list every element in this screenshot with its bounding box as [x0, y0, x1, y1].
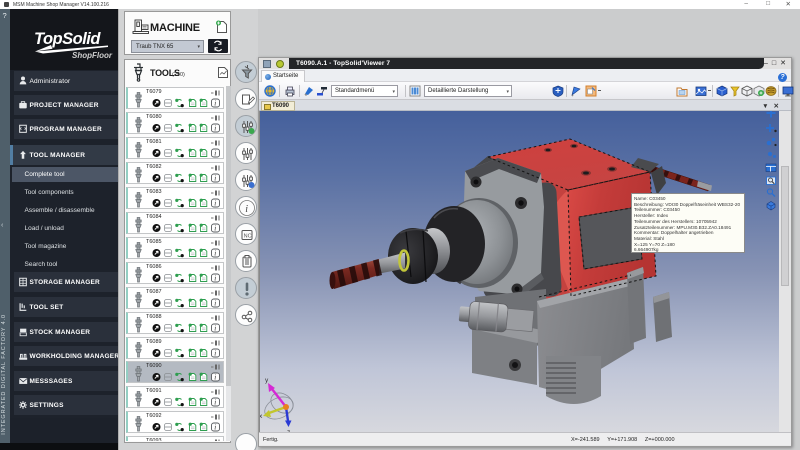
- svg-text:x: x: [260, 413, 263, 420]
- svg-text:i: i: [214, 399, 216, 407]
- svg-text:i: i: [214, 174, 216, 182]
- svg-text:i: i: [214, 374, 216, 382]
- svg-text:i: i: [214, 349, 216, 357]
- svg-text:TopSolid: TopSolid: [34, 30, 101, 48]
- svg-text:i: i: [245, 204, 248, 215]
- svg-text:i: i: [214, 124, 216, 132]
- svg-text:i: i: [214, 274, 216, 282]
- svg-text:i: i: [214, 324, 216, 332]
- svg-text:i: i: [214, 100, 216, 108]
- svg-text:i: i: [214, 149, 216, 157]
- svg-text:i: i: [214, 299, 216, 307]
- svg-text:i: i: [214, 224, 216, 232]
- svg-text:i: i: [214, 424, 216, 432]
- svg-text:ShopFloor: ShopFloor: [72, 51, 113, 60]
- svg-text:i: i: [214, 199, 216, 207]
- svg-text:y: y: [265, 377, 269, 384]
- svg-text:NC: NC: [244, 234, 252, 240]
- svg-text:i: i: [214, 249, 216, 257]
